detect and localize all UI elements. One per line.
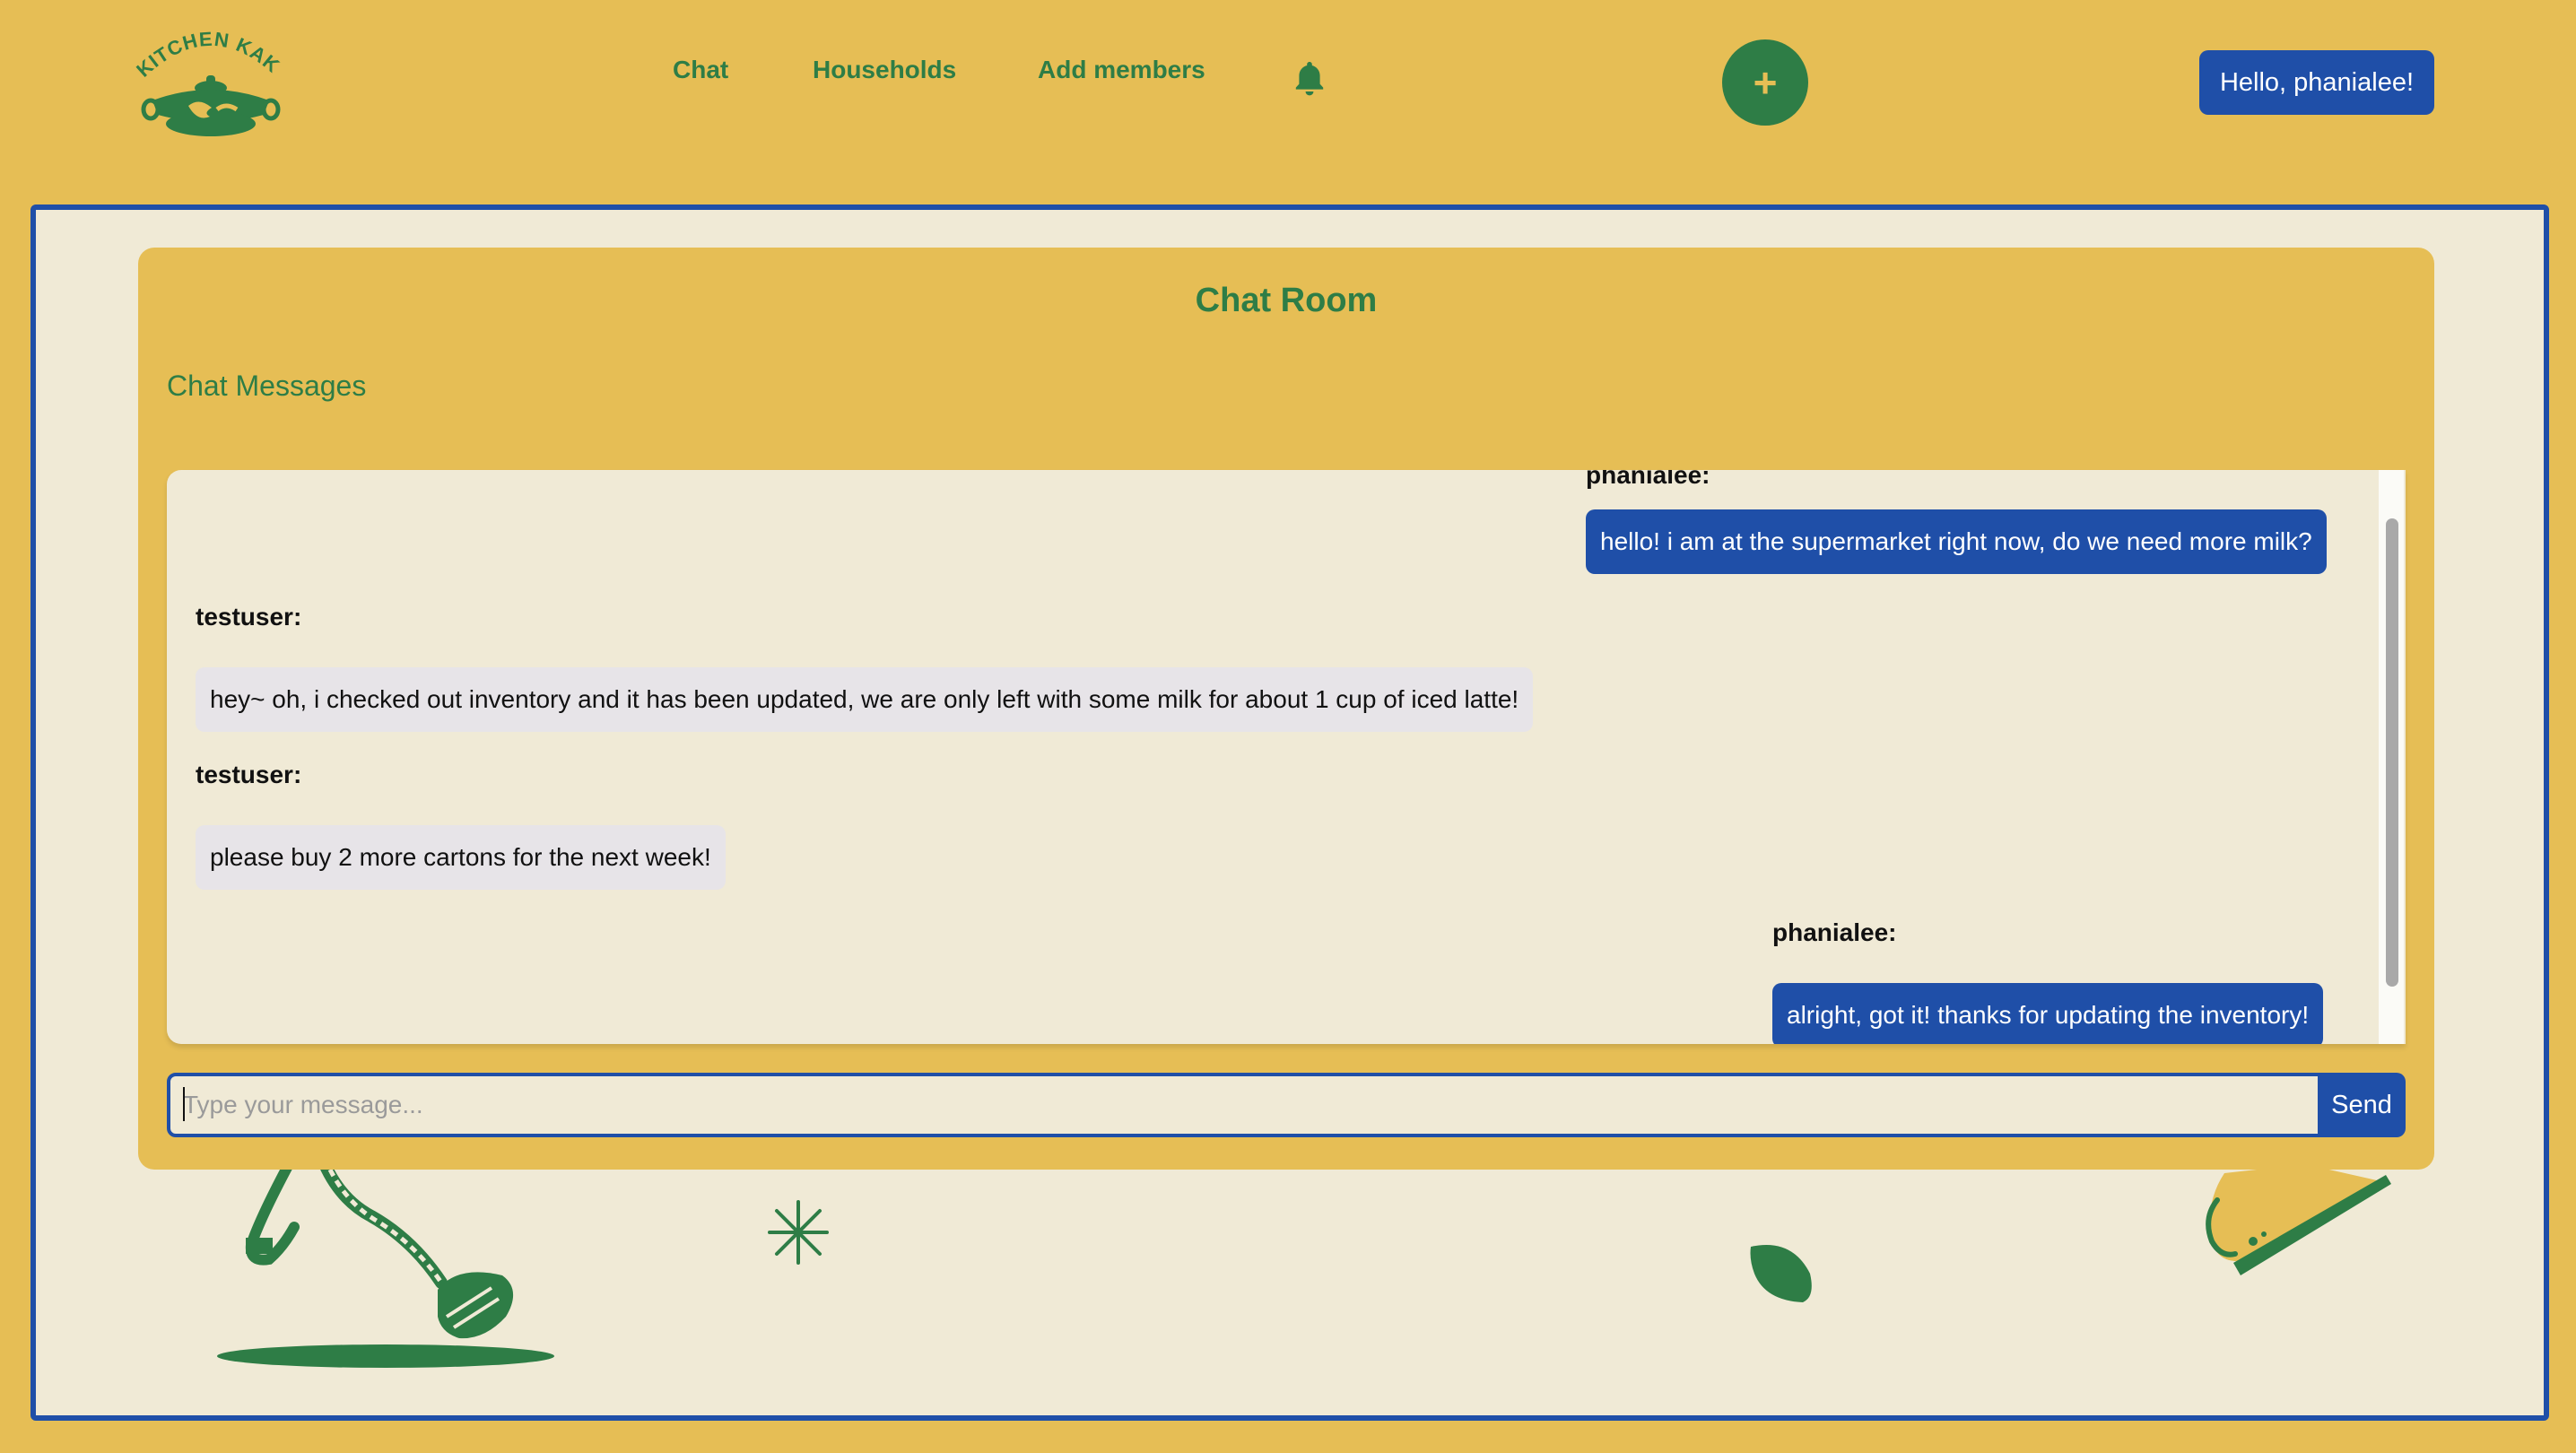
walking-character-illustration — [217, 1164, 554, 1368]
nav-households[interactable]: Households — [813, 56, 956, 84]
message-bubble-outgoing: alright, got it! thanks for updating the… — [1772, 983, 2324, 1044]
add-button[interactable]: + — [1722, 39, 1808, 126]
message-input[interactable] — [167, 1073, 2341, 1137]
chat-room-title: Chat Room — [1195, 282, 1378, 319]
message-bubble-incoming: please buy 2 more cartons for the next w… — [196, 825, 726, 890]
chat-room-panel: Chat Room Chat Messages phanialee: hello… — [138, 248, 2434, 1170]
bell-icon[interactable] — [1288, 57, 1331, 100]
sparkle-illustration — [768, 1200, 829, 1265]
message-bubble-outgoing: hello! i am at the supermarket right now… — [1586, 509, 2327, 574]
messages-list[interactable]: phanialee: hello! i am at the supermarke… — [167, 470, 2406, 1044]
user-greeting-button[interactable]: Hello, phanialee! — [2199, 50, 2434, 115]
message-sender: phanialee: — [1586, 470, 1710, 489]
send-button[interactable]: Send — [2318, 1073, 2406, 1137]
chat-messages-heading: Chat Messages — [167, 370, 367, 402]
text-caret — [183, 1087, 185, 1121]
plus-icon: + — [1753, 59, 1778, 106]
message-sender: phanialee: — [1772, 918, 1897, 946]
food-character-illustration — [2206, 1164, 2391, 1275]
nav-add-members[interactable]: Add members — [1038, 56, 1205, 84]
message-sender: testuser: — [196, 761, 302, 788]
nav-chat[interactable]: Chat — [673, 56, 728, 84]
leaf-illustration — [1750, 1245, 1812, 1302]
message-sender: testuser: — [196, 603, 302, 631]
scrollbar-thumb[interactable] — [2386, 518, 2398, 987]
kitchen-kaki-logo[interactable]: KITCHEN KAKI — [131, 5, 287, 140]
messages-scrollbar[interactable] — [2379, 470, 2404, 1044]
top-navbar: KITCHEN KAKI Chat Households Add members… — [0, 0, 2576, 197]
svg-text:KITCHEN KAKI: KITCHEN KAKI — [135, 23, 284, 82]
message-bubble-incoming: hey~ oh, i checked out inventory and it … — [196, 667, 1534, 732]
